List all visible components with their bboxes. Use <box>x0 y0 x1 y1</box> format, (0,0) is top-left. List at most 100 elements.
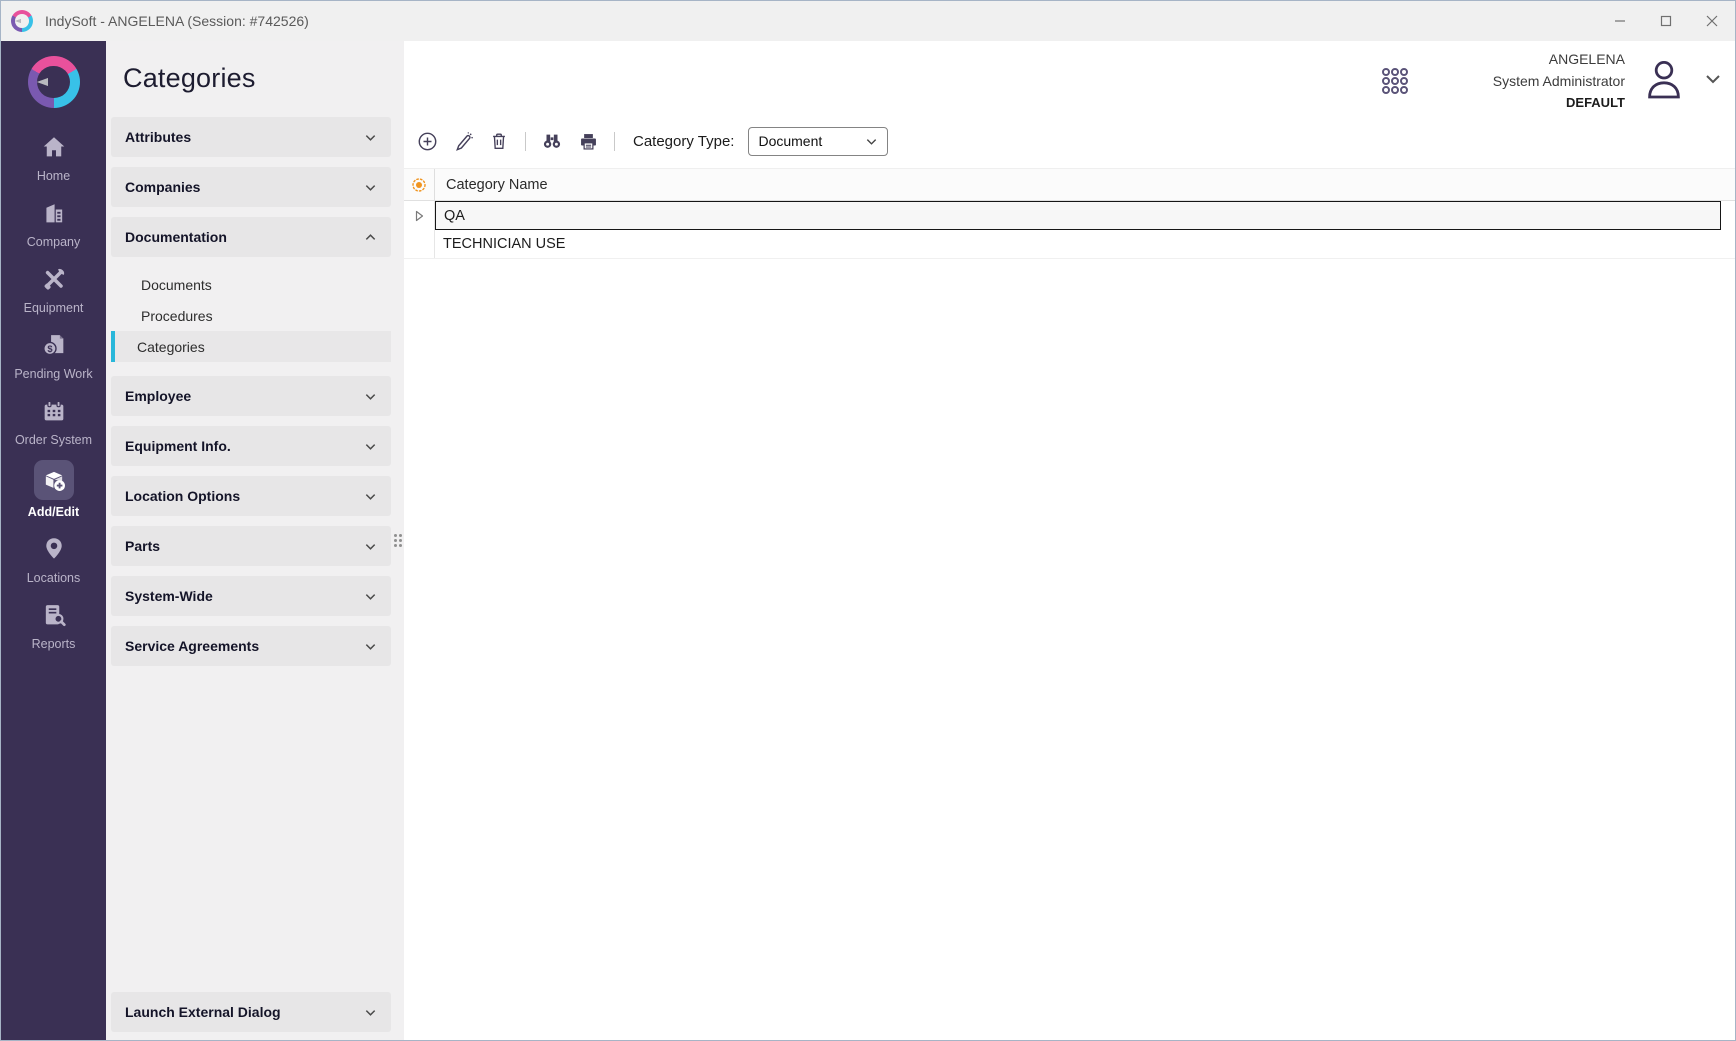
modify-wand-button[interactable] <box>451 129 475 153</box>
row-selector-cell[interactable] <box>404 230 435 258</box>
sidebar-item-label: Locations <box>27 571 81 585</box>
sidebar-item-label: Home <box>37 169 70 183</box>
category-name-cell[interactable]: TECHNICIAN USE <box>435 230 1735 258</box>
accordion-section-companies[interactable]: Companies <box>111 167 391 207</box>
avatar[interactable] <box>1640 55 1688 108</box>
locations-icon <box>37 532 71 566</box>
column-header-category-name[interactable]: Category Name <box>435 169 548 200</box>
grid-corner-cell[interactable] <box>404 169 435 200</box>
sidebar-item-locations[interactable]: Locations <box>1 532 106 585</box>
sub-item-procedures[interactable]: Procedures <box>111 300 391 331</box>
sub-item-documents[interactable]: Documents <box>111 269 391 300</box>
minimize-button[interactable] <box>1597 1 1643 41</box>
toolbar-separator <box>614 132 615 151</box>
section-label: Launch External Dialog <box>125 1004 281 1020</box>
accordion-section-location-options[interactable]: Location Options <box>111 476 391 516</box>
company-icon <box>37 196 71 230</box>
user-name: ANGELENA <box>1493 48 1625 70</box>
chevron-down-icon <box>364 1006 377 1019</box>
add-button[interactable] <box>415 129 439 153</box>
accordion-section-service-agreements[interactable]: Service Agreements <box>111 626 391 666</box>
table-row[interactable]: QA <box>404 201 1735 230</box>
user-profile: DEFAULT <box>1493 92 1625 114</box>
reports-icon <box>37 598 71 632</box>
section-label: Service Agreements <box>125 638 259 654</box>
section-label: Companies <box>125 179 200 195</box>
grid-toolbar: Category Type: Document <box>404 121 1735 161</box>
delete-trash-button[interactable] <box>487 129 511 153</box>
app-logo-icon <box>11 10 33 32</box>
brand-logo-icon <box>28 56 80 108</box>
category-name-cell[interactable]: QA <box>435 201 1721 230</box>
accordion-section-launch-external-dialog[interactable]: Launch External Dialog <box>111 992 391 1032</box>
print-button[interactable] <box>576 129 600 153</box>
table-row[interactable]: TECHNICIAN USE <box>404 230 1735 259</box>
user-role: System Administrator <box>1493 70 1625 92</box>
grid-header-row: Category Name <box>404 168 1735 201</box>
sidebar-item-label: Equipment <box>24 301 84 315</box>
sidebar-item-company[interactable]: Company <box>1 196 106 249</box>
sub-item-categories[interactable]: Categories <box>111 331 391 362</box>
categories-grid: Category Name QA TECHNICIAN USE <box>404 168 1735 1040</box>
sub-item-label: Categories <box>137 339 205 355</box>
equipment-icon <box>37 262 71 296</box>
order-system-icon <box>37 394 71 428</box>
chevron-down-icon <box>865 135 878 148</box>
grid-empty-area <box>404 259 1735 1040</box>
accordion-section-documentation[interactable]: Documentation <box>111 217 391 257</box>
page-title: Categories <box>123 63 391 94</box>
section-label: Parts <box>125 538 160 554</box>
sun-filter-icon <box>411 177 427 193</box>
sidebar-item-reports[interactable]: Reports <box>1 598 106 651</box>
section-label: Attributes <box>125 129 191 145</box>
sidebar-item-home[interactable]: Home <box>1 130 106 183</box>
category-type-value: Document <box>758 133 822 149</box>
sidebar-item-equipment[interactable]: Equipment <box>1 262 106 315</box>
find-binoculars-button[interactable] <box>540 129 564 153</box>
splitter-grip-icon <box>394 534 402 547</box>
sidebar-item-label: Pending Work <box>14 367 92 381</box>
chevron-down-icon <box>364 490 377 503</box>
category-type-dropdown[interactable]: Document <box>748 127 888 156</box>
category-type-label: Category Type: <box>633 133 734 150</box>
sidebar-item-label: Order System <box>15 433 92 447</box>
accordion-section-parts[interactable]: Parts <box>111 526 391 566</box>
window-controls <box>1597 1 1735 41</box>
row-selector-cell[interactable] <box>404 201 435 230</box>
user-cluster: ANGELENA System Administrator DEFAULT <box>404 41 1735 121</box>
accordion-section-attributes[interactable]: Attributes <box>111 117 391 157</box>
section-label: System-Wide <box>125 588 213 604</box>
pending-work-icon: $ <box>37 328 71 362</box>
chevron-down-icon <box>364 590 377 603</box>
accordion-section-system-wide[interactable]: System-Wide <box>111 576 391 616</box>
user-info: ANGELENA System Administrator DEFAULT <box>1493 48 1625 114</box>
window-title: IndySoft - ANGELENA (Session: #742526) <box>45 13 309 29</box>
maximize-button[interactable] <box>1643 1 1689 41</box>
chevron-down-icon <box>364 440 377 453</box>
apps-waffle-icon[interactable] <box>1380 66 1410 96</box>
close-button[interactable] <box>1689 1 1735 41</box>
sidebar-item-label: Reports <box>32 637 76 651</box>
chevron-down-icon <box>364 640 377 653</box>
sidebar-item-order-system[interactable]: Order System <box>1 394 106 447</box>
user-menu-chevron-icon[interactable] <box>1703 69 1723 94</box>
chevron-down-icon <box>364 181 377 194</box>
svg-text:$: $ <box>47 344 53 354</box>
panel-splitter[interactable] <box>391 41 404 1040</box>
chevron-down-icon <box>364 131 377 144</box>
accordion-section-equipment-info[interactable]: Equipment Info. <box>111 426 391 466</box>
section-label: Location Options <box>125 488 240 504</box>
settings-panel: Categories Attributes Companies Document… <box>106 41 391 1040</box>
section-label: Employee <box>125 388 191 404</box>
sidebar-item-pending-work[interactable]: $ Pending Work <box>1 328 106 381</box>
chevron-up-icon <box>364 231 377 244</box>
accordion-section-employee[interactable]: Employee <box>111 376 391 416</box>
section-label: Documentation <box>125 229 227 245</box>
sidebar-item-add-edit[interactable]: Add/Edit <box>1 460 106 519</box>
sidebar-item-label: Company <box>27 235 81 249</box>
home-icon <box>37 130 71 164</box>
documentation-sub-list: Documents Procedures Categories <box>111 269 391 362</box>
toolbar-separator <box>525 132 526 151</box>
sidebar: Home Company <box>1 41 106 1040</box>
sub-item-label: Documents <box>141 277 212 293</box>
